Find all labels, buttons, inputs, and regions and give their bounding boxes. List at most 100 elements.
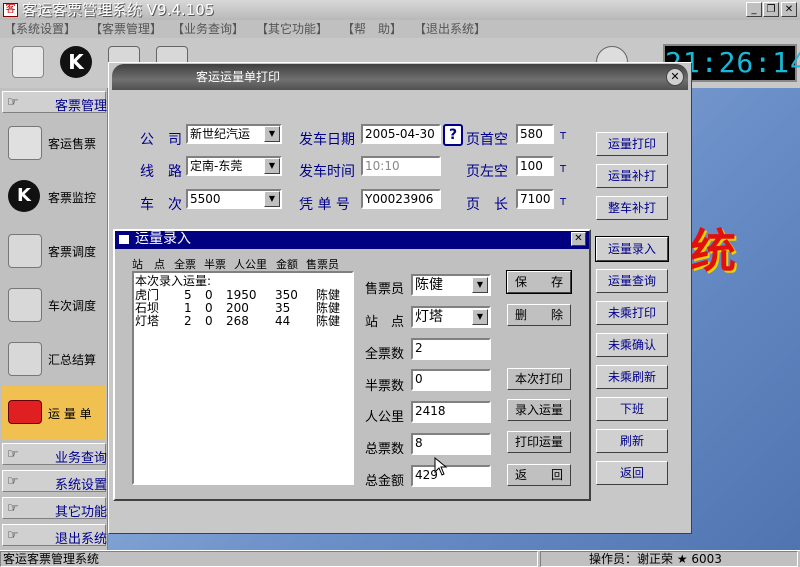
- column-header-station: 站 点: [132, 258, 165, 271]
- menu-ticket-management[interactable]: 【客票管理】: [90, 20, 162, 38]
- trip-label: 车 次: [140, 197, 182, 213]
- menu-exit[interactable]: 【退出系统】: [414, 20, 486, 38]
- voucher-label: 凭 单 号: [299, 197, 350, 213]
- column-header-half: 半票: [204, 258, 226, 271]
- no-show-refresh-button[interactable]: 未乘刷新: [596, 365, 668, 389]
- status-app-name: 客运客票管理系统: [0, 551, 538, 567]
- minimize-button[interactable]: _: [746, 2, 762, 17]
- sidebar-item-settlement[interactable]: 汇总结算: [2, 332, 106, 386]
- off-duty-button[interactable]: 下班: [596, 397, 668, 421]
- sidebar-header-other-functions[interactable]: ☞ 其它功能: [2, 497, 107, 520]
- print-this-button[interactable]: 本次打印: [507, 368, 571, 390]
- top-margin-label: 页首空: [466, 132, 508, 148]
- left-margin-unit: T: [560, 164, 567, 175]
- column-header-amount: 金额: [276, 258, 298, 271]
- seller-label: 售票员: [365, 282, 405, 297]
- volume-print-close-icon[interactable]: ✕: [666, 68, 684, 86]
- company-dropdown-icon[interactable]: ▼: [264, 126, 280, 142]
- sidebar-item-volume-sheet[interactable]: 运 量 单: [2, 386, 106, 440]
- voucher-field[interactable]: Y00023906: [361, 189, 441, 209]
- volume-print-title: 客运运量单打印: [196, 70, 281, 84]
- company-label: 公 司: [140, 132, 182, 148]
- volume-reprint-button[interactable]: 运量补打: [596, 164, 668, 188]
- pointing-hand-icon: ☞: [7, 474, 19, 489]
- depart-time-field[interactable]: 10:10: [361, 156, 441, 176]
- list-cell: 灯塔: [135, 314, 160, 328]
- print-volume-button[interactable]: 打印运量: [507, 431, 571, 453]
- save-button[interactable]: 保 存: [506, 270, 572, 294]
- background-text: 统: [690, 224, 736, 278]
- refresh-button[interactable]: 刷新: [596, 429, 668, 453]
- sidebar-header-ticket-management[interactable]: ☞ 客票管理: [2, 91, 107, 114]
- sidebar-item-ticket-dispatch[interactable]: 客票调度: [2, 224, 106, 278]
- pointing-hand-icon: ☞: [7, 447, 19, 462]
- trip-dropdown-icon[interactable]: ▼: [264, 191, 280, 207]
- sidebar-header-exit-system[interactable]: ☞ 退出系统: [2, 524, 107, 547]
- column-header-seller: 售票员: [306, 258, 339, 271]
- return-button[interactable]: 返回: [596, 461, 668, 485]
- total-amount-label: 总金额: [365, 474, 405, 489]
- depart-date-field[interactable]: 2005-04-30: [361, 124, 441, 144]
- full-ticket-label: 全票数: [365, 347, 405, 362]
- sidebar-header-system-settings[interactable]: ☞ 系统设置: [2, 470, 107, 493]
- list-cell: 陈健: [316, 314, 341, 328]
- left-margin-label: 页左空: [466, 164, 508, 180]
- no-show-confirm-button[interactable]: 未乘确认: [596, 333, 668, 357]
- total-count-label: 总票数: [365, 442, 405, 457]
- half-ticket-field[interactable]: 0: [411, 369, 491, 391]
- no-show-print-button[interactable]: 未乘打印: [596, 301, 668, 325]
- restore-button[interactable]: ❐: [763, 2, 779, 17]
- list-cell: 268: [226, 314, 249, 328]
- mouse-cursor-icon: [434, 457, 448, 476]
- delete-button[interactable]: 删 除: [507, 304, 571, 326]
- monitor-k-icon[interactable]: K: [60, 46, 92, 78]
- bus-icon: [8, 400, 42, 424]
- window-menu-icon[interactable]: [119, 235, 129, 244]
- depart-date-label: 发车日期: [299, 132, 355, 148]
- volume-entry-button[interactable]: 运量录入: [595, 236, 669, 262]
- enter-volume-button[interactable]: 录入运量: [507, 399, 571, 421]
- person-km-field[interactable]: 2418: [411, 401, 491, 423]
- menu-other-functions[interactable]: 【其它功能】: [256, 20, 328, 38]
- column-header-person-km: 人公里: [234, 258, 267, 271]
- half-ticket-label: 半票数: [365, 379, 405, 394]
- list-cell: 44: [275, 314, 291, 328]
- sidebar-item-ticket-sale[interactable]: 客运售票: [2, 116, 106, 170]
- volume-entry-title: 运量录入: [135, 231, 191, 247]
- full-ticket-field[interactable]: 2: [411, 338, 491, 360]
- page-length-label: 页 长: [466, 197, 508, 213]
- menu-system-settings[interactable]: 【系统设置】: [4, 20, 76, 38]
- volume-entry-close-icon[interactable]: ✕: [571, 232, 586, 246]
- volume-print-button[interactable]: 运量打印: [596, 132, 668, 156]
- station-dropdown-icon[interactable]: ▼: [472, 309, 488, 325]
- full-bus-reprint-button[interactable]: 整车补打: [596, 196, 668, 220]
- route-label: 线 路: [140, 164, 182, 180]
- pointing-hand-icon: ☞: [7, 95, 19, 110]
- left-margin-field[interactable]: 100: [516, 156, 554, 176]
- ticket-sale-icon[interactable]: [12, 46, 44, 78]
- close-button[interactable]: ✕: [781, 2, 797, 17]
- sidebar-item-ticket-monitor[interactable]: K 客票监控: [2, 170, 106, 224]
- volume-query-button[interactable]: 运量查询: [596, 269, 668, 293]
- depart-time-label: 发车时间: [299, 164, 355, 180]
- list-cell: 0: [205, 314, 213, 328]
- settlement-icon: [8, 342, 42, 376]
- list-cell: 2: [184, 314, 192, 328]
- page-length-unit: T: [560, 197, 567, 208]
- seller-dropdown-icon[interactable]: ▼: [472, 277, 488, 293]
- pointing-hand-icon: ☞: [7, 501, 19, 516]
- monitor-k-icon: K: [8, 180, 40, 212]
- top-margin-field[interactable]: 580: [516, 124, 554, 144]
- dialog-return-button[interactable]: 返 回: [507, 464, 571, 486]
- page-length-field[interactable]: 7100: [516, 189, 554, 209]
- sidebar-item-trip-dispatch[interactable]: 车次调度: [2, 278, 106, 332]
- column-header-full: 全票: [174, 258, 196, 271]
- route-dropdown-icon[interactable]: ▼: [264, 158, 280, 174]
- total-amount-field[interactable]: 429: [411, 465, 491, 487]
- menu-help[interactable]: 【帮 助】: [342, 20, 402, 38]
- menu-business-query[interactable]: 【业务查询】: [172, 20, 244, 38]
- sidebar-header-business-query[interactable]: ☞ 业务查询: [2, 443, 107, 466]
- total-count-field[interactable]: 8: [411, 433, 491, 455]
- pointing-hand-icon: ☞: [7, 528, 19, 543]
- date-help-button[interactable]: ?: [443, 124, 463, 146]
